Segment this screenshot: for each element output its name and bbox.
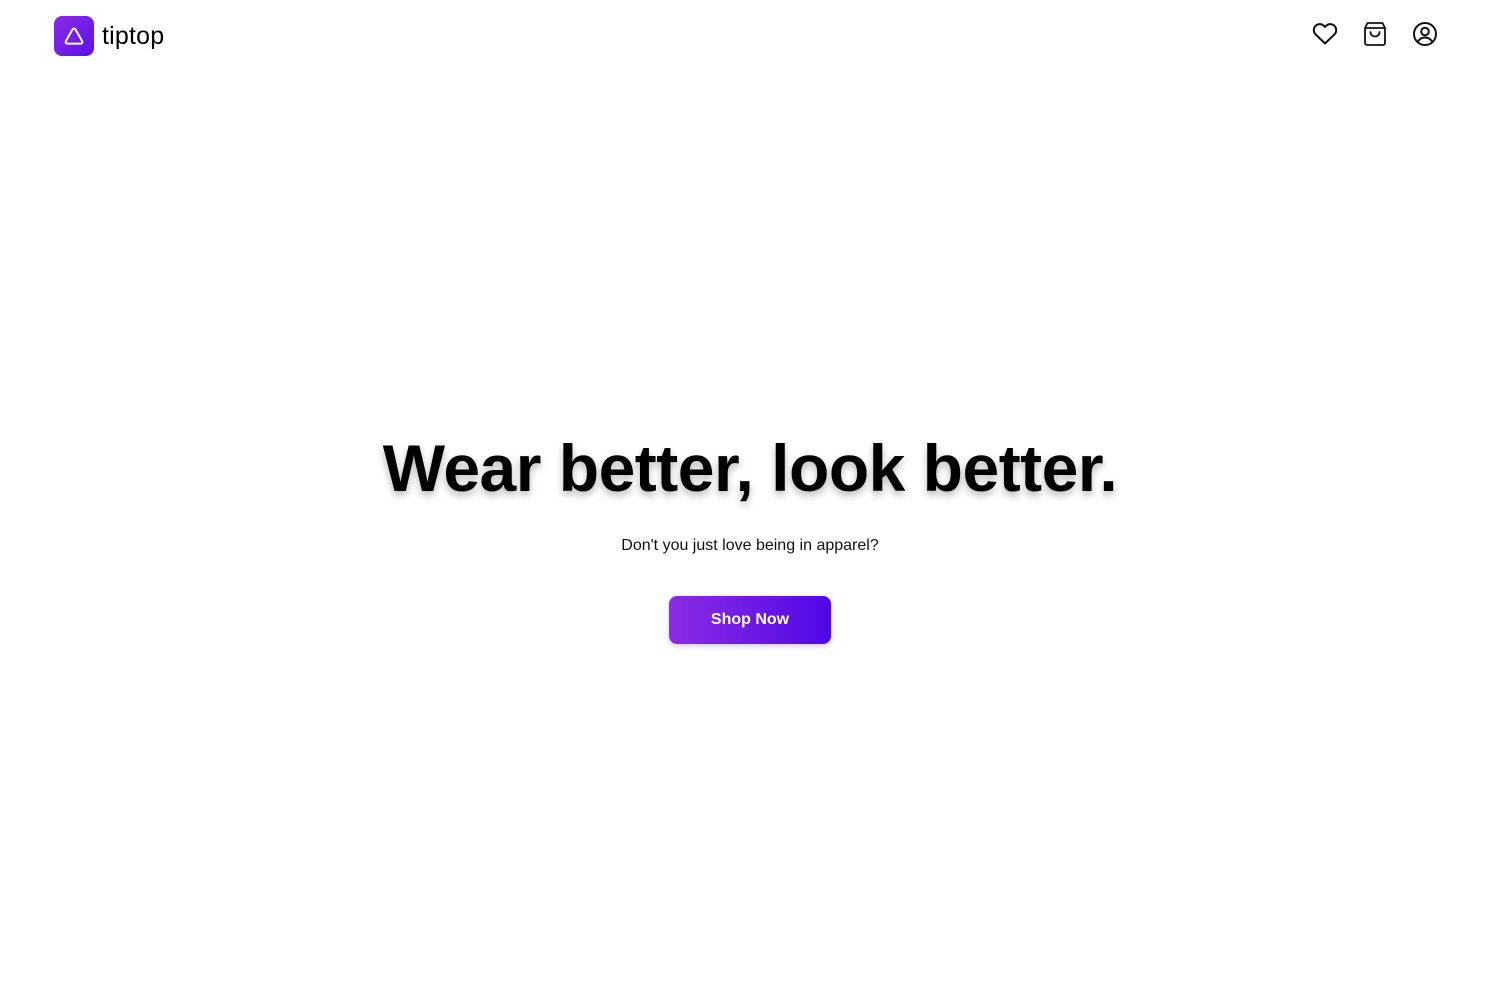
landing-page: tiptop Wear better, look better. Don't y… — [0, 0, 1500, 1000]
heart-icon — [1312, 23, 1338, 45]
hero-title: Wear better, look better. — [382, 431, 1118, 505]
triangle-logo-icon — [54, 16, 94, 56]
cart-button[interactable] — [1362, 20, 1388, 48]
wishlist-button[interactable] — [1312, 20, 1338, 48]
hero-section: Wear better, look better. Don't you just… — [0, 430, 1500, 644]
user-circle-icon — [1413, 22, 1437, 46]
hero-subtitle: Don't you just love being in apparel? — [621, 537, 879, 554]
shopping-bag-icon — [1364, 22, 1386, 46]
shop-now-button[interactable]: Shop Now — [669, 596, 831, 644]
site-header: tiptop — [0, 0, 1500, 72]
header-actions — [1312, 20, 1438, 48]
account-button[interactable] — [1412, 20, 1438, 48]
brand-name: tiptop — [102, 22, 165, 50]
brand-home-link[interactable]: tiptop — [54, 16, 164, 56]
